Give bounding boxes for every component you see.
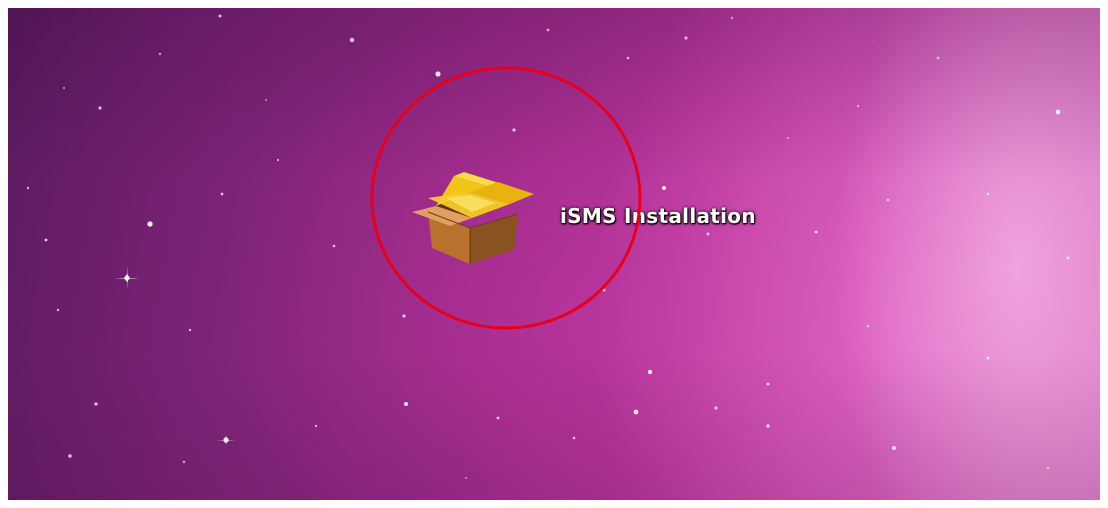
package-box-icon [412,172,534,264]
screenshot-frame: iSMS Installation [0,0,1108,508]
desktop-icon-label[interactable]: iSMS Installation [560,204,756,228]
desktop[interactable]: iSMS Installation [8,8,1100,500]
desktop-icon-isms-installation[interactable]: iSMS Installation [406,168,796,268]
